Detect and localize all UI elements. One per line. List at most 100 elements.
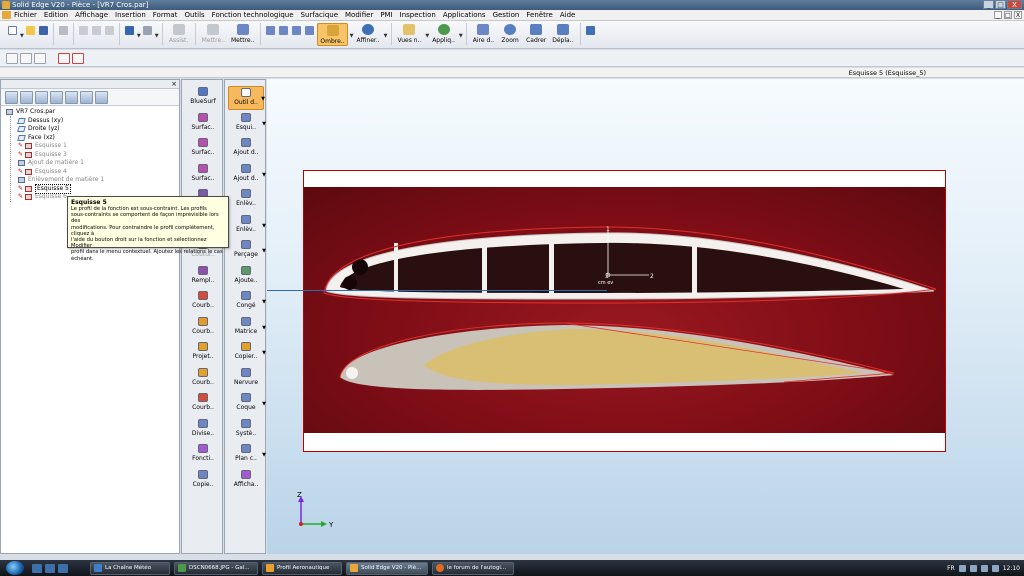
chevron-down-icon[interactable]: ▼ [262,452,266,458]
feature-button-13[interactable]: Systè.. [228,418,264,442]
quick-launch-icon[interactable] [32,563,42,573]
tree-item-esquisse-1[interactable]: ✎ Esquisse 1 [4,142,179,151]
select-tool-icon[interactable] [20,52,32,64]
chevron-down-icon[interactable]: ▼ [425,33,429,39]
chevron-down-icon[interactable]: ▼ [262,172,266,178]
feature-button-1[interactable]: Esqui.. ▼ [228,112,266,136]
surfacing-button-0[interactable]: BlueSurf [185,86,221,110]
select-tool-icon[interactable] [6,52,18,64]
chevron-down-icon[interactable]: ▼ [137,33,141,39]
feature-button-4[interactable]: Enlèv.. [228,188,264,212]
menu-pmi[interactable]: PMI [380,11,392,19]
chevron-down-icon[interactable]: ▼ [262,325,266,331]
menu-gestion[interactable]: Gestion [493,11,520,19]
graphics-viewport[interactable]: 1 2 3 cm ev Z Y [267,79,1024,554]
chevron-down-icon[interactable]: ▼ [262,299,266,305]
save-icon[interactable] [38,25,49,36]
aire-button[interactable]: Aire d.. [471,23,496,46]
menu-fichier[interactable]: Fichier [14,11,37,19]
close-button[interactable]: X [1007,0,1022,9]
open-icon[interactable] [25,25,36,36]
surfacing-button-2[interactable]: Surfac.. [185,137,221,161]
start-button[interactable] [6,561,24,575]
menu-format[interactable]: Format [153,11,178,19]
menu-surfacique[interactable]: Surfacique [301,11,339,19]
affiner-button[interactable]: Affiner.. [355,23,382,46]
surfacing-button-3[interactable]: Surfac.. [185,163,221,187]
volume-icon[interactable] [991,564,999,572]
copy-icon[interactable] [91,25,102,36]
feature-button-15[interactable]: Afficha.. [228,469,264,493]
doc-restore-button[interactable]: □ [1004,11,1012,19]
chevron-down-icon[interactable]: ▼ [261,96,265,102]
pathfinder-tool-icon[interactable] [95,90,108,104]
language-indicator[interactable]: FR [947,565,955,572]
tree-item-esquisse-3[interactable]: ✎ Esquisse 3 [4,151,179,160]
pathfinder-tool-icon[interactable] [65,90,78,104]
feature-button-5[interactable]: Enlèv.. ▼ [228,214,266,238]
chevron-down-icon[interactable]: ▼ [459,33,463,39]
zoom-button[interactable]: Zoom [498,23,522,46]
minimize-button[interactable]: _ [983,0,994,9]
feature-button-7[interactable]: Ajoute.. [228,265,264,289]
chevron-down-icon[interactable]: ▼ [20,33,24,39]
surfacing-button-9[interactable]: Courb.. [185,316,221,340]
filter-icon[interactable] [72,52,84,64]
view-cube-icon[interactable] [291,25,302,36]
mettre-button-2[interactable]: Mettre.. [229,23,256,46]
pathfinder-close-button[interactable]: × [171,80,177,89]
taskbar-item-profil-aeronautique[interactable]: Profil Aeronautique [262,561,342,575]
pathfinder-tool-icon[interactable] [80,90,93,104]
taskbar-item-solid-edge[interactable]: Solid Edge V20 - Piè... [346,561,428,575]
filter-icon[interactable] [58,52,70,64]
mettre-button-1[interactable]: Mettre.. [200,23,227,46]
pathfinder-tool-icon[interactable] [20,90,33,104]
feature-button-9[interactable]: Matrice ▼ [228,316,266,340]
menu-edition[interactable]: Edition [44,11,68,19]
select-tool-icon[interactable] [34,52,46,64]
menu-inspection[interactable]: Inspection [400,11,436,19]
feature-button-0[interactable]: Outil d.. ▼ [228,86,265,110]
chevron-down-icon[interactable]: ▼ [350,33,354,39]
chevron-down-icon[interactable]: ▼ [262,401,266,407]
feature-button-10[interactable]: Copier.. ▼ [228,341,266,365]
surfacing-button-1[interactable]: Surfac.. [185,112,221,136]
tree-item-ajout-de-matiere-1[interactable]: Ajout de matière 1 [4,159,179,168]
feature-button-8[interactable]: Congé ▼ [228,290,266,314]
document-icon[interactable] [2,11,11,19]
surfacing-button-11[interactable]: Courb.. [185,367,221,391]
surfacing-button-7[interactable]: Rempl.. [185,265,221,289]
feature-button-3[interactable]: Ajout d.. ▼ [228,163,266,187]
ombre-button[interactable]: Ombre.. [317,23,348,46]
print-icon[interactable] [58,25,69,36]
tree-item-face[interactable]: Face (xz) [4,134,179,143]
tree-item-enlevement-de-matiere-1[interactable]: Enlèvement de matière 1 [4,176,179,185]
surfacing-button-13[interactable]: Divise.. [185,418,221,442]
view-cube-icon[interactable] [278,25,289,36]
menu-insertion[interactable]: Insertion [115,11,146,19]
feature-button-11[interactable]: Nervure [228,367,264,391]
chevron-down-icon[interactable]: ▼ [384,33,388,39]
clock[interactable]: 12:10 [1003,565,1020,572]
menu-aide[interactable]: Aide [560,11,575,19]
tree-root[interactable]: VR7 Cros.par [4,108,179,117]
tray-icon[interactable] [958,564,966,572]
doc-minimize-button[interactable]: _ [994,11,1002,19]
view-cube-icon[interactable] [304,25,315,36]
menu-modifier[interactable]: Modifier [345,11,373,19]
tree-item-esquisse-5[interactable]: ✎ Esquisse 5 [4,183,179,194]
surfacing-button-15[interactable]: Copie.. [185,469,221,493]
chevron-down-icon[interactable]: ▼ [262,350,266,356]
help-icon[interactable] [585,25,596,36]
surfacing-button-8[interactable]: Courb.. [185,290,221,314]
feature-button-14[interactable]: Plan c.. ▼ [228,443,266,467]
tray-icon[interactable] [980,564,988,572]
assist-button[interactable]: Assist. [167,23,191,46]
feature-button-6[interactable]: Perçage ▼ [228,239,266,263]
doc-close-button[interactable]: X [1014,11,1022,19]
taskbar-item-chaine-meteo[interactable]: La Chaîne Météo [90,561,170,575]
undo-icon[interactable] [124,25,135,36]
quick-launch-icon[interactable] [45,563,55,573]
menu-outils[interactable]: Outils [184,11,204,19]
tray-icon[interactable] [969,564,977,572]
